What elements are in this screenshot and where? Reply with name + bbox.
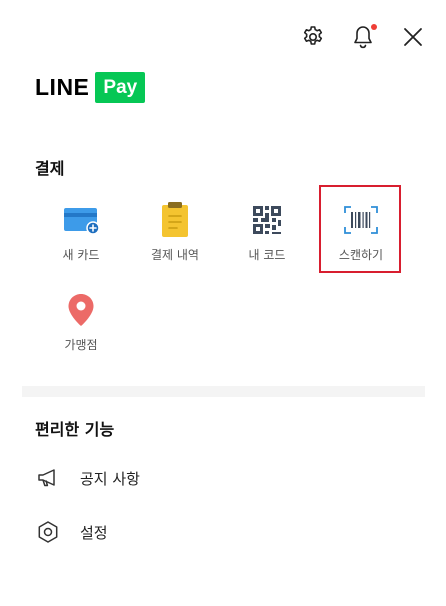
my-code-label: 내 코드 [248, 248, 286, 262]
merchants-button[interactable]: 가맹점 [35, 278, 127, 356]
close-button[interactable] [400, 22, 426, 52]
my-code-button[interactable]: 내 코드 [221, 188, 313, 266]
credit-card-add-icon [61, 200, 101, 240]
hexagon-settings-icon [35, 519, 61, 545]
payment-history-label: 결제 내역 [151, 248, 199, 262]
settings-button[interactable] [300, 22, 326, 52]
line-pay-logo: LINE Pay [35, 72, 146, 103]
logo-line-text: LINE [35, 74, 90, 100]
top-action-bar [300, 22, 426, 52]
merchants-label: 가맹점 [64, 338, 98, 352]
close-icon [404, 28, 422, 46]
qr-code-icon [247, 200, 287, 240]
notification-dot [371, 24, 377, 30]
payment-history-button[interactable]: 결제 내역 [129, 188, 221, 266]
notices-item[interactable]: 공지 사항 [35, 465, 140, 491]
notices-label: 공지 사항 [80, 469, 140, 488]
section-divider [22, 386, 425, 397]
megaphone-icon [35, 465, 61, 491]
logo-pay-badge: Pay [95, 72, 146, 103]
notifications-button[interactable] [350, 22, 377, 52]
settings-label: 설정 [80, 523, 108, 542]
payment-section-title: 결제 [35, 159, 65, 178]
clipboard-icon [155, 200, 195, 240]
scan-highlight-box [319, 185, 401, 273]
gear-icon [303, 26, 323, 45]
map-pin-icon [61, 290, 101, 330]
settings-item[interactable]: 설정 [35, 519, 108, 545]
features-section-title: 편리한 기능 [35, 420, 115, 439]
new-card-label: 새 카드 [62, 248, 100, 262]
new-card-button[interactable]: 새 카드 [35, 188, 127, 266]
